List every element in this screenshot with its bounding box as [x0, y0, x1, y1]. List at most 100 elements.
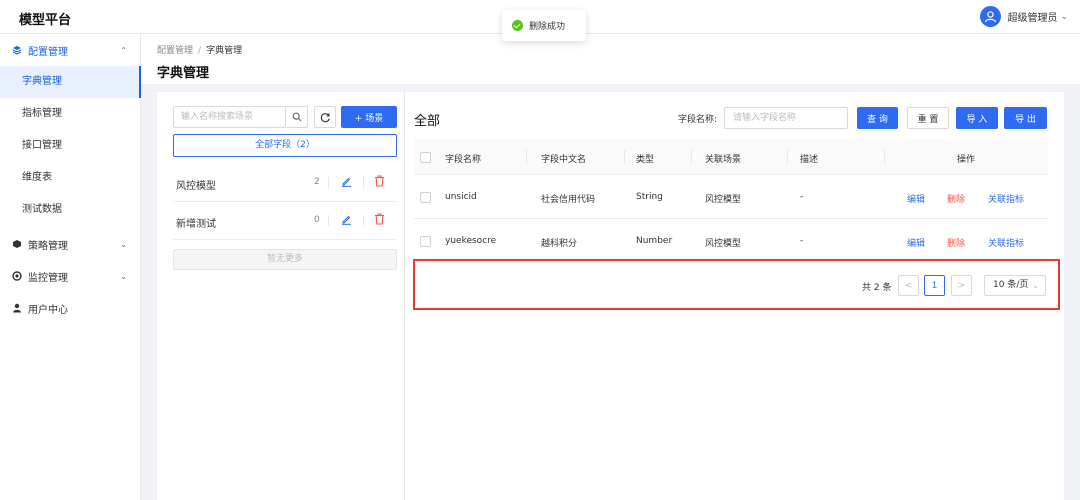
trash-icon[interactable]: [374, 213, 385, 225]
chevron-down-icon: ⌄: [120, 239, 127, 249]
sidebar-group-label: 监控管理: [28, 272, 68, 284]
select-all-checkbox[interactable]: [420, 152, 431, 163]
divider: [328, 215, 329, 226]
cell-field-name: yuekesocre: [445, 236, 497, 246]
chevron-up-icon: ⌃: [120, 45, 127, 55]
scene-search-input[interactable]: 输入名称搜索场景: [173, 106, 286, 128]
sidebar-group-label: 用户中心: [28, 304, 68, 316]
divider: [884, 150, 885, 164]
edit-link[interactable]: 编辑: [907, 236, 925, 249]
field-name-label: 字段名称:: [678, 115, 718, 125]
sidebar-item-api[interactable]: 接口管理: [0, 130, 141, 162]
scene-item[interactable]: 新增测试 0: [173, 202, 397, 240]
link-metrics-link[interactable]: 关联指标: [988, 236, 1024, 249]
sidebar-item-dimension-table[interactable]: 维度表: [0, 162, 141, 194]
chevron-down-icon[interactable]: ⌄: [1060, 12, 1068, 22]
add-scene-button[interactable]: + 场景: [341, 106, 397, 128]
cell-scene: 风控模型: [705, 195, 742, 205]
sidebar-group-strategy[interactable]: 策略管理 ⌄: [0, 228, 141, 260]
row-checkbox[interactable]: [420, 236, 431, 247]
pagination-total: 共 2 条: [862, 283, 892, 293]
table-header: 字段名称 字段中文名 类型 关联场景 描述 操作: [414, 139, 1048, 175]
search-icon: [292, 112, 301, 122]
reset-button[interactable]: 重 置: [907, 107, 949, 129]
sidebar-item-metrics[interactable]: 指标管理: [0, 98, 141, 130]
edit-icon[interactable]: [341, 214, 352, 225]
edit-icon[interactable]: [341, 176, 352, 187]
chevron-down-icon: ⌄: [120, 271, 127, 281]
prev-page-button[interactable]: <: [898, 275, 919, 296]
sidebar-group-user-center[interactable]: 用户中心: [0, 292, 141, 324]
column-header: 关联场景: [705, 155, 742, 165]
app-logo: 模型平台: [19, 13, 72, 28]
breadcrumb-parent[interactable]: 配置管理: [157, 46, 193, 56]
row-checkbox[interactable]: [420, 192, 431, 203]
field-name-input[interactable]: 请输入字段名称: [724, 107, 848, 129]
all-fields-button[interactable]: 全部字段（2）: [173, 134, 397, 157]
page-size-value: 10 条/页: [993, 280, 1029, 290]
sidebar: 配置管理 ⌃ 字典管理 指标管理 接口管理 维度表 测试数据 策略管理 ⌄ 监控…: [0, 34, 141, 500]
delete-link[interactable]: 删除: [947, 192, 965, 205]
scene-name[interactable]: 风控模型: [176, 177, 216, 192]
export-button[interactable]: 导 出: [1004, 107, 1047, 129]
scene-count: 2: [314, 177, 320, 187]
success-toast: 删除成功: [502, 10, 586, 41]
column-header: 操作: [957, 155, 976, 165]
refresh-icon: [320, 112, 330, 122]
user-menu[interactable]: 超级管理员 ⌄: [980, 6, 1068, 27]
next-page-button[interactable]: >: [951, 275, 972, 296]
delete-link[interactable]: 删除: [947, 236, 965, 249]
avatar[interactable]: [980, 6, 1002, 27]
sidebar-item-dictionary[interactable]: 字典管理: [0, 66, 141, 98]
column-header: 类型: [636, 155, 655, 165]
table-row[interactable]: yuekesocre 越科积分 Number 风控模型 - 编辑 删除 关联指标: [414, 219, 1048, 263]
sidebar-group-monitor[interactable]: 监控管理 ⌄: [0, 260, 141, 292]
panel-title: 全部: [414, 114, 441, 129]
table-row[interactable]: unsicid 社会信用代码 String 风控模型 - 编辑 删除 关联指标: [414, 175, 1048, 219]
cell-description: -: [800, 192, 804, 202]
page-title: 字典管理: [157, 66, 210, 81]
user-avatar-icon: [985, 11, 997, 23]
divider: [363, 177, 364, 188]
trash-icon[interactable]: [374, 175, 385, 187]
breadcrumb-separator: /: [198, 46, 202, 56]
cell-field-name: unsicid: [445, 192, 477, 202]
toast-message: 删除成功: [529, 22, 566, 32]
refresh-button[interactable]: [314, 106, 336, 128]
edit-link[interactable]: 编辑: [907, 192, 925, 205]
column-header: 字段名称: [445, 155, 482, 165]
page-header: 配置管理 / 字典管理 字典管理: [141, 34, 1080, 84]
divider: [787, 150, 788, 164]
cell-field-cn-name: 越科积分: [541, 239, 578, 249]
sidebar-group-label: 策略管理: [28, 240, 68, 252]
no-more-button: 暂无更多: [173, 249, 397, 270]
cell-scene: 风控模型: [705, 239, 742, 249]
check-circle-icon: [512, 20, 523, 31]
column-header: 描述: [800, 155, 819, 165]
scene-panel: 输入名称搜索场景 + 场景 全部字段（2） 风控模型 2 新增测试 0 暂无更多: [157, 92, 405, 500]
scene-item[interactable]: 风控模型 2: [173, 164, 397, 202]
cell-type: String: [636, 192, 663, 202]
cell-field-cn-name: 社会信用代码: [541, 195, 596, 205]
divider: [363, 215, 364, 226]
cell-description: -: [800, 236, 804, 246]
page-number-button[interactable]: 1: [924, 275, 945, 296]
layers-icon: [12, 46, 22, 55]
monitor-icon: [12, 271, 22, 281]
link-metrics-link[interactable]: 关联指标: [988, 192, 1024, 205]
breadcrumb: 配置管理 / 字典管理: [157, 43, 242, 56]
import-button[interactable]: 导 入: [956, 107, 998, 129]
user-name[interactable]: 超级管理员: [1007, 9, 1057, 24]
query-button[interactable]: 查 询: [857, 107, 898, 129]
sidebar-group-label: 配置管理: [28, 46, 68, 58]
sidebar-group-config[interactable]: 配置管理 ⌃: [0, 34, 141, 66]
page-size-select[interactable]: 10 条/页 ⌄: [984, 275, 1046, 296]
sidebar-item-test-data[interactable]: 测试数据: [0, 194, 141, 226]
user-icon: [13, 303, 21, 313]
cell-type: Number: [636, 236, 673, 246]
breadcrumb-current: 字典管理: [206, 46, 243, 56]
search-button[interactable]: [286, 106, 308, 128]
scene-name[interactable]: 新增测试: [176, 215, 216, 230]
divider: [526, 150, 527, 164]
scene-count: 0: [314, 215, 320, 225]
